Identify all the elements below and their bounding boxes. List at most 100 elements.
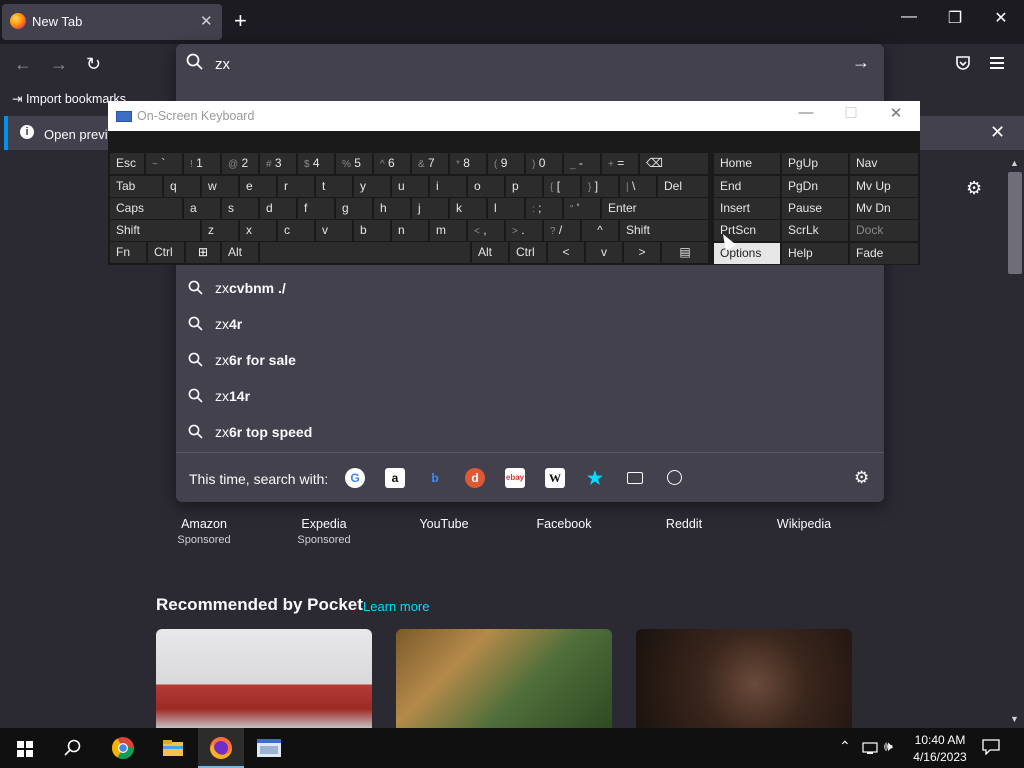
tabs-icon[interactable] [627, 472, 643, 484]
key-x[interactable]: x [240, 220, 276, 241]
key-9[interactable]: ( 9 [488, 153, 524, 174]
pocket-card-image[interactable] [636, 629, 852, 729]
settings-gear-icon[interactable]: ⚙ [966, 178, 982, 199]
chrome-icon[interactable] [108, 733, 138, 763]
menu-icon[interactable] [990, 55, 1008, 71]
key-q[interactable]: q [164, 176, 200, 197]
arrow-up-icon[interactable]: ^ [582, 220, 618, 241]
top-site-reddit[interactable]: Reddit [624, 517, 744, 531]
key-alt-right[interactable]: Alt [472, 242, 508, 263]
key-slash[interactable]: ? / [544, 220, 580, 241]
key-3[interactable]: # 3 [260, 153, 296, 174]
key-pgdn[interactable]: PgDn [782, 176, 848, 197]
key-b[interactable]: b [354, 220, 390, 241]
duckduckgo-icon[interactable]: d [465, 468, 485, 488]
key-8[interactable]: * 8 [450, 153, 486, 174]
new-tab-button[interactable]: + [234, 8, 247, 34]
key-w[interactable]: w [202, 176, 238, 197]
key-5[interactable]: % 5 [336, 153, 372, 174]
arrow-down-icon[interactable]: v [586, 242, 622, 263]
key-del[interactable]: Del [658, 176, 708, 197]
key-caps[interactable]: Caps [110, 198, 182, 219]
key-d[interactable]: d [260, 198, 296, 219]
suggestion-item[interactable]: zx14r [186, 380, 876, 414]
key-i[interactable]: i [430, 176, 466, 197]
close-tab-icon[interactable]: ✕ [200, 12, 213, 30]
restore-icon[interactable]: ❐ [940, 8, 970, 28]
key-o[interactable]: o [468, 176, 504, 197]
google-icon[interactable]: G [345, 468, 365, 488]
suggestion-item[interactable]: zx6r top speed [186, 416, 876, 450]
key-g[interactable]: g [336, 198, 372, 219]
top-site-expedia[interactable]: Expedia Sponsored [264, 517, 384, 546]
key-semicolon[interactable]: : ; [526, 198, 562, 219]
key-6[interactable]: ^ 6 [374, 153, 410, 174]
key-mv-dn[interactable]: Mv Dn [850, 198, 918, 219]
key-k[interactable]: k [450, 198, 486, 219]
key-scrlk[interactable]: ScrLk [782, 220, 848, 241]
network-icon[interactable] [862, 741, 878, 754]
key-f[interactable]: f [298, 198, 334, 219]
key-m[interactable]: m [430, 220, 466, 241]
bing-icon[interactable]: b [425, 468, 445, 488]
key-home[interactable]: Home [714, 153, 780, 174]
suggestion-item[interactable]: zxcvbnm ./ [186, 272, 876, 306]
taskbar-search-icon[interactable] [58, 733, 88, 763]
key-shift-right[interactable]: Shift [620, 220, 708, 241]
top-site-wikipedia[interactable]: Wikipedia [744, 517, 864, 531]
key-e[interactable]: e [240, 176, 276, 197]
key-equals[interactable]: + = [602, 153, 638, 174]
windows-start-icon[interactable] [10, 733, 40, 763]
key-2[interactable]: @ 2 [222, 153, 258, 174]
key-alt-left[interactable]: Alt [222, 242, 258, 263]
taskbar-date[interactable]: 4/16/2023 [905, 750, 975, 764]
pocket-card-image[interactable] [396, 629, 612, 729]
osk-minimize-icon[interactable]: — [791, 104, 821, 121]
key-s[interactable]: s [222, 198, 258, 219]
key-dock[interactable]: Dock [850, 220, 918, 241]
scroll-up-icon[interactable]: ▲ [1010, 158, 1019, 168]
osk-close-icon[interactable]: ✕ [881, 104, 911, 122]
key-u[interactable]: u [392, 176, 428, 197]
key-pgup[interactable]: PgUp [782, 153, 848, 174]
wikipedia-icon[interactable]: W [545, 468, 565, 488]
key-0[interactable]: ) 0 [526, 153, 562, 174]
chevron-up-icon[interactable]: ⌃ [839, 738, 851, 755]
minimize-icon[interactable]: — [894, 8, 924, 26]
notifications-icon[interactable] [982, 739, 1000, 756]
pocket-icon[interactable] [954, 54, 972, 72]
volume-icon[interactable]: 🕪 [884, 738, 893, 755]
key-1[interactable]: ! 1 [184, 153, 220, 174]
pocket-card-image[interactable] [156, 629, 372, 729]
key-esc[interactable]: Esc [110, 153, 144, 174]
key-period[interactable]: > . [506, 220, 542, 241]
forward-icon[interactable]: → [50, 54, 68, 75]
key-space[interactable] [260, 242, 470, 263]
window-close-icon[interactable]: ✕ [986, 8, 1016, 28]
key-ctrl-left[interactable]: Ctrl [148, 242, 184, 263]
notification-close-icon[interactable]: ✕ [990, 122, 1005, 143]
arrow-right-icon[interactable]: > [624, 242, 660, 263]
osk-maximize-icon[interactable]: ☐ [836, 104, 866, 122]
key-r[interactable]: r [278, 176, 314, 197]
search-settings-gear-icon[interactable]: ⚙ [854, 468, 869, 488]
key-help[interactable]: Help [782, 243, 848, 264]
key-pause[interactable]: Pause [782, 198, 848, 219]
key-p[interactable]: p [506, 176, 542, 197]
key-4[interactable]: $ 4 [298, 153, 334, 174]
reload-icon[interactable]: ↻ [86, 54, 101, 75]
key-end[interactable]: End [714, 176, 780, 197]
file-explorer-icon[interactable] [158, 733, 188, 763]
key-j[interactable]: j [412, 198, 448, 219]
suggestion-item[interactable]: zx6r for sale [186, 344, 876, 378]
key-7[interactable]: & 7 [412, 153, 448, 174]
key-l[interactable]: l [488, 198, 524, 219]
key-minus[interactable]: _ - [564, 153, 600, 174]
history-icon[interactable] [667, 470, 682, 485]
arrow-left-icon[interactable]: < [548, 242, 584, 263]
on-screen-keyboard-icon[interactable] [254, 733, 284, 763]
key-shift-left[interactable]: Shift [110, 220, 200, 241]
suggestion-item[interactable]: zx4r [186, 308, 876, 342]
key-ctrl-right[interactable]: Ctrl [510, 242, 546, 263]
amazon-icon[interactable]: a [385, 468, 405, 488]
